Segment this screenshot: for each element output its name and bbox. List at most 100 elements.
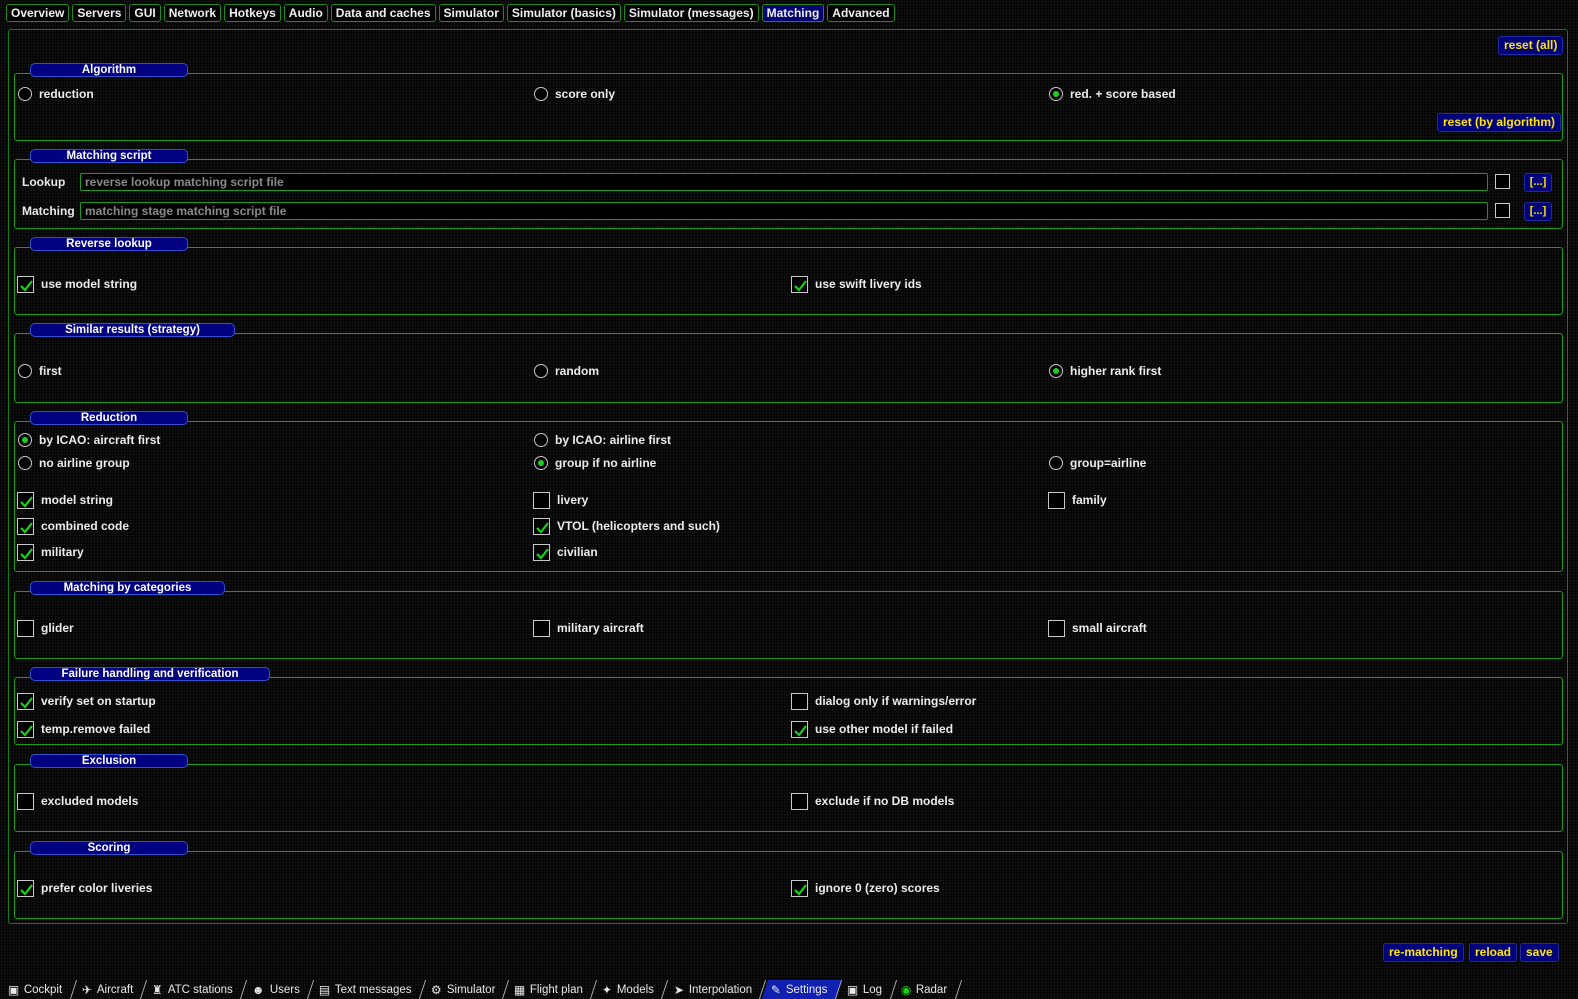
checkbox-indicator — [533, 517, 550, 535]
checkbox-indicator — [1048, 491, 1065, 509]
radio-indicator — [534, 364, 548, 378]
military-checkbox[interactable]: military — [17, 543, 84, 561]
failure-handling-title: Failure handling and verification — [30, 667, 270, 681]
checkbox-indicator — [791, 792, 808, 810]
vtol-checkbox[interactable]: VTOL (helicopters and such) — [533, 517, 720, 535]
dialog-only-if-warnings-checkbox[interactable]: dialog only if warnings/error — [791, 692, 976, 710]
tab-data-and-caches[interactable]: Data and caches — [330, 4, 436, 22]
combined-code-checkbox[interactable]: combined code — [17, 517, 129, 535]
matching-enable-checkbox[interactable] — [1495, 203, 1510, 218]
verify-set-on-startup-checkbox[interactable]: verify set on startup — [17, 692, 156, 710]
checkbox-indicator — [17, 720, 34, 738]
exclusion-title: Exclusion — [30, 754, 188, 768]
model-string-checkbox[interactable]: model string — [17, 491, 113, 509]
nav-tab-aircraft[interactable]: ✈ Aircraft — [72, 980, 148, 999]
nav-tab-radar[interactable]: ◉ Radar — [891, 980, 962, 999]
ignore-zero-scores-checkbox[interactable]: ignore 0 (zero) scores — [791, 879, 940, 897]
lookup-script-input[interactable]: reverse lookup matching script file — [80, 173, 1488, 191]
tab-network[interactable]: Network — [163, 4, 222, 22]
flight-plan-icon: ▦ — [514, 982, 526, 997]
group-if-no-airline-radio[interactable]: group if no airline — [534, 454, 656, 472]
exclude-if-no-db-models-checkbox[interactable]: exclude if no DB models — [791, 792, 954, 810]
radio-indicator — [1049, 87, 1063, 101]
tab-overview[interactable]: Overview — [6, 4, 70, 22]
tab-hotkeys[interactable]: Hotkeys — [224, 4, 281, 22]
reduction-group — [14, 421, 1563, 572]
simulator-icon: ⚙ — [430, 982, 442, 997]
reduction-title: Reduction — [30, 411, 188, 425]
nav-tab-atc-stations[interactable]: ♜ ATC stations — [143, 980, 248, 999]
nav-tab-simulator[interactable]: ⚙ Simulator — [421, 980, 510, 999]
nav-tab-text-messages[interactable]: ▤ Text messages — [309, 980, 426, 999]
similar-random-radio[interactable]: random — [534, 362, 599, 380]
cockpit-icon: ▣ — [8, 982, 20, 997]
lookup-enable-checkbox[interactable] — [1495, 174, 1510, 189]
prefer-color-liveries-checkbox[interactable]: prefer color liveries — [17, 879, 152, 897]
algorithm-title: Algorithm — [30, 63, 188, 77]
tab-advanced[interactable]: Advanced — [827, 4, 895, 22]
algorithm-score-only-radio[interactable]: score only — [534, 85, 615, 103]
exclusion-group — [14, 764, 1563, 832]
radio-indicator — [1049, 364, 1063, 378]
icao-airline-first-radio[interactable]: by ICAO: airline first — [534, 431, 671, 449]
nav-tab-settings[interactable]: ✎ Settings — [761, 980, 842, 999]
checkbox-indicator — [791, 275, 808, 293]
tab-simulator-basics[interactable]: Simulator (basics) — [506, 4, 621, 22]
civilian-checkbox[interactable]: civilian — [533, 543, 598, 561]
lookup-browse-button[interactable]: [...] — [1524, 173, 1552, 192]
temp-remove-failed-checkbox[interactable]: temp.remove failed — [17, 720, 150, 738]
matching-script-input[interactable]: matching stage matching script file — [80, 202, 1488, 220]
tab-audio[interactable]: Audio — [283, 4, 328, 22]
similar-higher-rank-radio[interactable]: higher rank first — [1049, 362, 1161, 380]
use-other-model-if-failed-checkbox[interactable]: use other model if failed — [791, 720, 953, 738]
checkbox-indicator — [533, 491, 550, 509]
group-equals-airline-radio[interactable]: group=airline — [1049, 454, 1146, 472]
nav-tab-flight-plan[interactable]: ▦ Flight plan — [504, 980, 598, 999]
matching-browse-button[interactable]: [...] — [1524, 202, 1552, 221]
tab-gui[interactable]: GUI — [129, 4, 161, 22]
checkbox-indicator — [17, 543, 34, 561]
radio-indicator — [18, 364, 32, 378]
tab-matching[interactable]: Matching — [761, 4, 825, 22]
tab-simulator[interactable]: Simulator — [438, 4, 504, 22]
icao-aircraft-first-radio[interactable]: by ICAO: aircraft first — [18, 431, 160, 449]
family-checkbox[interactable]: family — [1048, 491, 1107, 509]
checkbox-indicator — [17, 275, 34, 293]
reset-all-button[interactable]: reset (all) — [1498, 36, 1564, 55]
checkbox-indicator — [17, 517, 34, 535]
categories-title: Matching by categories — [30, 581, 225, 595]
algorithm-red-score-radio[interactable]: red. + score based — [1049, 85, 1176, 103]
similar-results-title: Similar results (strategy) — [30, 323, 235, 337]
checkbox-indicator — [17, 792, 34, 810]
nav-tab-interpolation[interactable]: ➤ Interpolation — [664, 980, 766, 999]
use-swift-livery-ids-checkbox[interactable]: use swift livery ids — [791, 275, 922, 293]
nav-tab-log[interactable]: ▣ Log — [837, 980, 897, 999]
tab-simulator-messages[interactable]: Simulator (messages) — [623, 4, 759, 22]
use-model-string-checkbox[interactable]: use model string — [17, 275, 137, 293]
similar-first-radio[interactable]: first — [18, 362, 62, 380]
matching-script-title: Matching script — [30, 149, 188, 163]
nav-tab-cockpit[interactable]: ▣ Cockpit — [0, 980, 77, 999]
top-tab-bar: Overview Servers GUI Network Hotkeys Aud… — [6, 4, 895, 22]
checkbox-indicator — [791, 879, 808, 897]
checkbox-indicator — [1048, 619, 1065, 637]
military-aircraft-checkbox[interactable]: military aircraft — [533, 619, 644, 637]
reset-by-algorithm-button[interactable]: reset (by algorithm) — [1437, 113, 1562, 132]
settings-icon: ✎ — [770, 982, 781, 997]
excluded-models-checkbox[interactable]: excluded models — [17, 792, 138, 810]
rematching-button[interactable]: re-matching — [1383, 943, 1464, 962]
nav-tab-users[interactable]: ☻ Users — [242, 980, 314, 999]
users-icon: ☻ — [251, 982, 265, 997]
scoring-title: Scoring — [30, 841, 188, 855]
no-airline-group-radio[interactable]: no airline group — [18, 454, 130, 472]
tab-servers[interactable]: Servers — [72, 4, 127, 22]
checkbox-indicator — [17, 619, 34, 637]
livery-checkbox[interactable]: livery — [533, 491, 588, 509]
radio-indicator — [18, 456, 32, 470]
small-aircraft-checkbox[interactable]: small aircraft — [1048, 619, 1147, 637]
save-button[interactable]: save — [1520, 943, 1559, 962]
algorithm-reduction-radio[interactable]: reduction — [18, 85, 94, 103]
glider-checkbox[interactable]: glider — [17, 619, 74, 637]
reload-button[interactable]: reload — [1469, 943, 1518, 962]
nav-tab-models[interactable]: ✦ Models — [593, 980, 669, 999]
